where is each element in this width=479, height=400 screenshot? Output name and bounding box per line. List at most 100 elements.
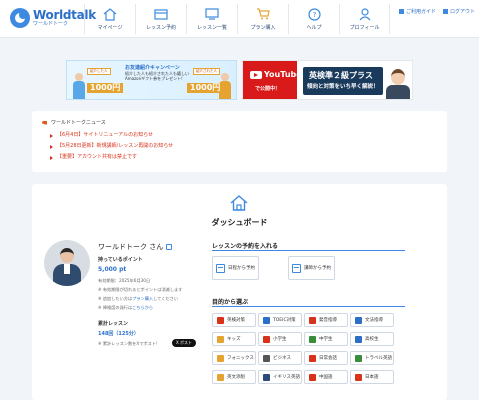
teacher-icon [292,263,301,273]
conversation-icon [309,354,316,362]
purpose-label: キッズ [227,337,241,342]
news-item[interactable]: 【重要】アカウント共有は禁止です [50,152,173,163]
campaign-text: 紹介した人も紹介された人も嬉しい Amazonギフト券をプレゼント! [125,71,189,81]
nav-label: レッスン一覧 [196,25,227,31]
purpose-japanese[interactable]: 日本語 [350,370,394,384]
business-icon [263,354,270,362]
user-name-text: ワールドトーク さん [98,243,164,251]
points-label: 持っているポイント [98,257,143,263]
china-flag-icon [309,373,316,381]
pronunciation-icon [309,316,316,324]
youtube-headline-box: 英検準２級プラス 傾向と対策をいち早く解説！ [303,67,383,95]
issue-link[interactable]: こちらから [132,305,153,310]
referral-campaign-banner[interactable]: 紹介した人 紹介された人 1000円 1000円 お友達紹介キャンペーン 紹介し… [66,60,237,100]
reserve-by-date-label: 日程から予約 [228,266,255,271]
purpose-daily-conversation[interactable]: 日常会話 [304,351,348,365]
logout-label: ログアウト [449,9,475,15]
purpose-toeic[interactable]: TOEIC対策 [258,313,302,327]
plan-note: ※ 追加したい方はプラン購入してください [98,296,178,302]
news-title-text: ワールドトークニュース [51,120,106,126]
youtube-play-icon [250,70,262,79]
purpose-label: イギリス英語 [273,375,300,380]
top-links: ご利用ガイド ログアウト [398,8,475,15]
nav-help[interactable]: ? ヘルプ [288,4,339,34]
cart-icon [256,7,270,21]
youtube-banner[interactable]: YouTube で公開中！ 英検準２級プラス 傾向と対策をいち早く解説！ [242,60,413,100]
purpose-high-school[interactable]: 高校生 [350,332,394,346]
purpose-grammar[interactable]: 文法指導 [350,313,394,327]
plan-note-prefix: ※ 追加したい方は [98,296,133,301]
campaign-text-line2: Amazonギフト券をプレゼント! [125,76,183,81]
youtube-subheadline: 傾向と対策をいち早く解説！ [307,84,379,90]
news-list: 【6月4日】サイトリニューアルのお知らせ 【5月28日更新】新規講師/レッスン再… [50,130,173,163]
news-panel: ワールドトークニュース 【6月4日】サイトリニューアルのお知らせ 【5月28日更… [32,111,447,172]
campaign-title: お友達紹介キャンペーン [125,65,180,71]
calendar-icon [216,263,225,273]
guide-label: ご利用ガイド [405,9,436,15]
purpose-kids[interactable]: キッズ [212,332,256,346]
nav-lessons[interactable]: レッスン一覧 [186,4,237,34]
news-item-text: 【6月4日】サイトリニューアルのお知らせ [57,132,154,138]
news-item[interactable]: 【6月4日】サイトリニューアルのお知らせ [50,130,173,141]
phonics-icon [217,354,224,362]
correction-icon [217,373,224,381]
news-item[interactable]: 【5月28日更新】新規講師/レッスン再開のお知らせ [50,141,173,152]
purpose-label: トラベル英語 [365,356,392,361]
purpose-business[interactable]: ビジネス [258,351,302,365]
youtube-panel: YouTube で公開中！ [243,61,302,99]
japan-flag-icon [355,373,362,381]
nav-label: レッスン予約 [145,25,176,31]
monitor-icon [205,7,219,21]
arrow-icon [50,133,53,138]
edit-icon[interactable] [166,244,173,250]
purpose-phonics[interactable]: フォニックス [212,351,256,365]
purpose-british-english[interactable]: イギリス英語 [258,370,302,384]
purpose-label: ビジネス [273,356,291,361]
grammar-icon [355,316,362,324]
dashboard-panel: ダッシュボード ワールドトーク さん 持っているポイント 5,000 pt 有効… [32,184,447,400]
purpose-correction[interactable]: 英文添削 [212,370,256,384]
points-note: ※ 有効期限が切れるとポイントは消滅します [98,287,183,292]
junior-high-icon [309,335,316,343]
reserve-by-date-button[interactable]: 日程から予約 [212,256,259,280]
purpose-label: 高校生 [365,337,379,342]
youtube-headline: 英検準２級プラス [309,71,373,80]
purpose-label: 発音指導 [319,318,337,323]
x-post-button[interactable]: X ポスト [172,339,197,347]
uk-flag-icon [263,373,270,381]
avatar [44,240,90,286]
reserve-by-teacher-button[interactable]: 講師から予約 [288,256,335,280]
purpose-label: 中学生 [319,337,333,342]
home-icon [103,7,117,21]
logout-link[interactable]: ログアウト [442,8,475,15]
megaphone-icon [42,120,47,125]
nav-reserve[interactable]: レッスン予約 [135,4,186,34]
nav-label: マイページ [97,25,123,31]
purpose-chinese[interactable]: 中国語 [304,370,348,384]
price-right: 1000円 [187,83,224,93]
purpose-label: 文法指導 [365,318,383,323]
main-nav: マイページ レッスン予約 レッスン一覧 プラン購入 ? ヘルプ プロフィール [84,4,390,34]
nav-mypage[interactable]: マイページ [84,4,135,34]
kids-icon [217,335,224,343]
nav-plan[interactable]: プラン購入 [237,4,288,34]
reserve-by-teacher-label: 講師から予約 [304,266,331,271]
purpose-eiken[interactable]: 英検対策 [212,313,256,327]
guide-link[interactable]: ご利用ガイド [398,8,436,15]
header: Worldtalk ワールドトーク マイページ レッスン予約 レッスン一覧 プラ… [0,0,479,38]
lessons-label: 累計レッスン [98,321,129,327]
divider [212,250,405,251]
presenter-image [385,65,411,99]
purpose-label: 日常会話 [319,356,337,361]
issue-note: ※ 降格度の発行はこちらから [98,305,153,311]
dashboard-title: ダッシュボード [211,218,268,227]
purpose-elementary[interactable]: 小学生 [258,332,302,346]
nav-profile[interactable]: プロフィール [339,4,390,34]
purpose-travel[interactable]: トラベル英語 [350,351,394,365]
plan-purchase-link[interactable]: プラン購入 [132,296,153,301]
guide-icon [398,9,404,14]
purpose-label: 英文添削 [227,375,245,380]
nav-label: プロフィール [349,25,380,31]
purpose-junior-high[interactable]: 中学生 [304,332,348,346]
purpose-pronunciation[interactable]: 発音指導 [304,313,348,327]
